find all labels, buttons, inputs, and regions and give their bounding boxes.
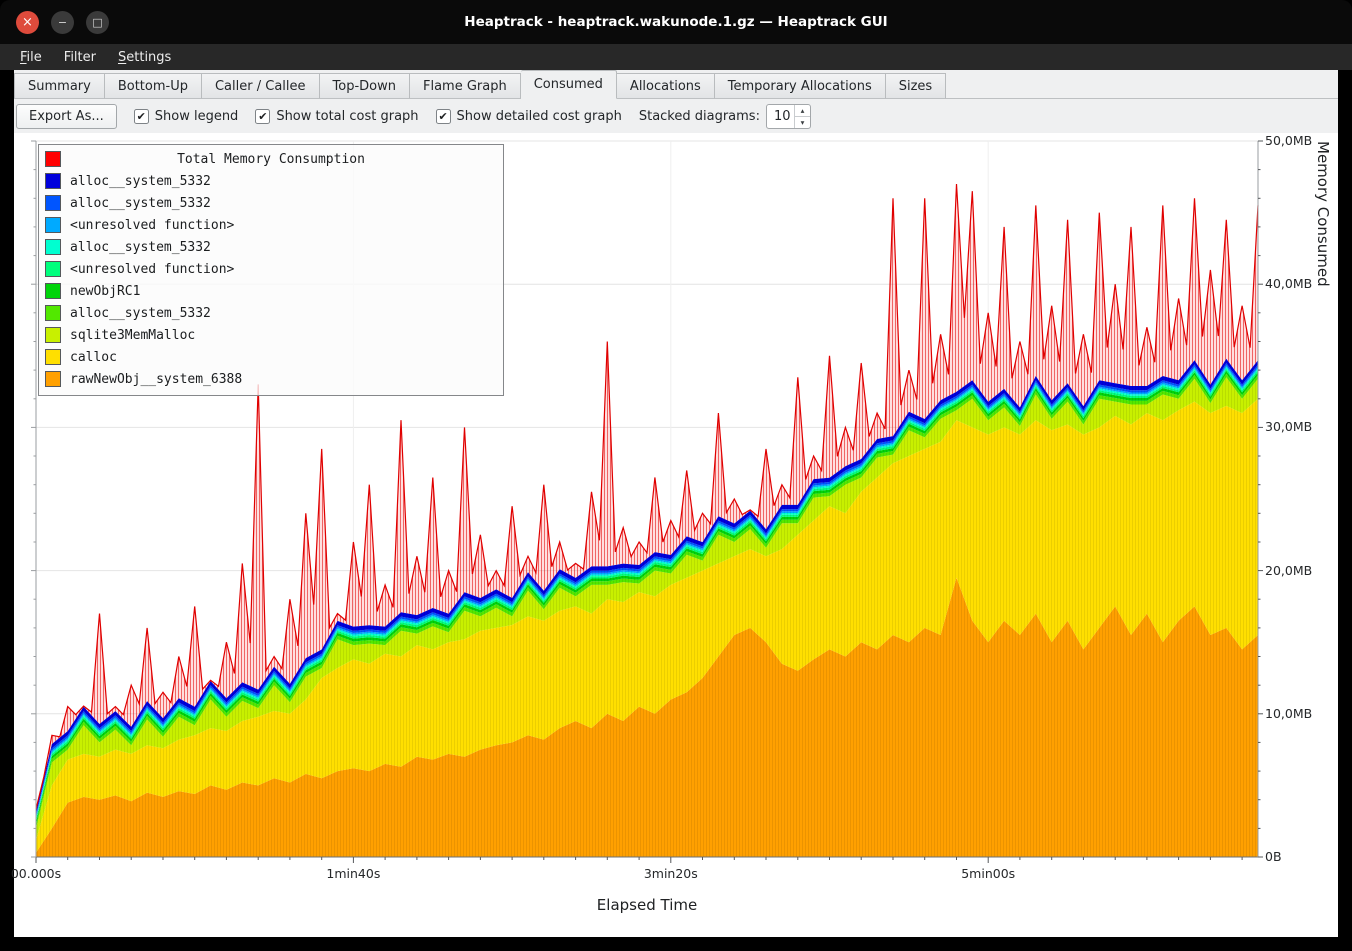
legend-label: newObjRC1 [70, 284, 140, 299]
checkbox-show-legend[interactable]: ✔ Show legend [134, 109, 239, 124]
tab-temporary-allocations[interactable]: Temporary Allocations [715, 73, 886, 99]
toolbar-checkboxes: ✔ Show legend ✔ Show total cost graph ✔ Show … [134, 109, 622, 124]
legend-label: alloc__system_5332 [70, 196, 211, 211]
y-tick-label: 0B [1265, 849, 1282, 865]
legend-item: calloc [45, 346, 497, 368]
legend-swatch [45, 327, 61, 343]
tab-caller-callee[interactable]: Caller / Callee [202, 73, 320, 99]
checkbox-show-total-cost-graph[interactable]: ✔ Show total cost graph [255, 109, 418, 124]
legend-title-row: Total Memory Consumption [45, 148, 497, 170]
legend-swatch [45, 151, 61, 167]
legend-label: alloc__system_5332 [70, 306, 211, 321]
memory-chart[interactable]: Total Memory Consumption alloc__system_53… [14, 133, 1338, 937]
spin-down-icon[interactable]: ▾ [795, 117, 810, 128]
menu-file[interactable]: File [10, 47, 52, 68]
y-tick-label: 40,0MB [1265, 276, 1312, 292]
legend-label: <unresolved function> [70, 262, 234, 277]
window-controls: × − □ [16, 0, 109, 44]
checkbox-label: Show detailed cost graph [457, 109, 622, 124]
tab-consumed[interactable]: Consumed [521, 70, 617, 99]
legend-swatch [45, 371, 61, 387]
spinbox-steppers: ▴ ▾ [794, 105, 810, 128]
legend-item: alloc__system_5332 [45, 236, 497, 258]
maximize-button[interactable]: □ [86, 11, 109, 34]
y-tick-label: 50,0MB [1265, 133, 1312, 149]
legend-label: calloc [70, 350, 117, 365]
legend-swatch [45, 349, 61, 365]
menu-filter[interactable]: Filter [54, 47, 106, 68]
checkbox-label: Show total cost graph [276, 109, 418, 124]
legend-swatch [45, 283, 61, 299]
legend-swatch [45, 195, 61, 211]
window-title: Heaptrack - heaptrack.wakunode.1.gz — He… [0, 14, 1352, 30]
maximize-icon: □ [92, 17, 102, 28]
legend-item: sqlite3MemMalloc [45, 324, 497, 346]
x-tick-label: 3min20s [626, 866, 716, 881]
y-tick-label: 30,0MB [1265, 419, 1312, 435]
menu-settings[interactable]: Settings [108, 47, 181, 68]
legend-label: alloc__system_5332 [70, 240, 211, 255]
tab-bar: SummaryBottom-UpCaller / CalleeTop-DownF… [14, 70, 1338, 99]
legend-label: sqlite3MemMalloc [70, 328, 195, 343]
legend-swatch [45, 305, 61, 321]
minimize-button[interactable]: − [51, 11, 74, 34]
checkbox-icon: ✔ [436, 109, 451, 124]
toolbar: Export As... ✔ Show legend ✔ Show total cos… [14, 99, 1338, 133]
spin-up-icon[interactable]: ▴ [795, 105, 810, 117]
legend-swatch [45, 217, 61, 233]
legend-swatch [45, 261, 61, 277]
y-tick-label: 10,0MB [1265, 706, 1312, 722]
legend-swatch [45, 173, 61, 189]
spinbox-value[interactable]: 10 [767, 105, 794, 128]
tab-summary[interactable]: Summary [14, 73, 105, 99]
tab-bottom-up[interactable]: Bottom-Up [105, 73, 202, 99]
x-tick-label: 1min40s [308, 866, 398, 881]
main-content: SummaryBottom-UpCaller / CalleeTop-DownF… [14, 70, 1338, 937]
tab-sizes[interactable]: Sizes [886, 73, 946, 99]
legend-item: rawNewObj__system_6388 [45, 368, 497, 390]
stacked-diagrams-spinbox[interactable]: 10 ▴ ▾ [766, 104, 811, 129]
legend-label: alloc__system_5332 [70, 174, 211, 189]
tab-flame-graph[interactable]: Flame Graph [410, 73, 521, 99]
legend-label: rawNewObj__system_6388 [70, 372, 242, 387]
legend-item: alloc__system_5332 [45, 192, 497, 214]
y-axis-title: Memory Consumed [1314, 141, 1332, 857]
titlebar[interactable]: × − □ Heaptrack - heaptrack.wakunode.1.g… [0, 0, 1352, 44]
checkbox-show-detailed-cost-graph[interactable]: ✔ Show detailed cost graph [436, 109, 622, 124]
checkbox-label: Show legend [155, 109, 239, 124]
minimize-icon: − [58, 17, 67, 28]
checkbox-icon: ✔ [255, 109, 270, 124]
x-tick-label: 5min00s [943, 866, 1033, 881]
legend-item: <unresolved function> [45, 214, 497, 236]
legend-item: newObjRC1 [45, 280, 497, 302]
export-as-button[interactable]: Export As... [16, 104, 117, 129]
legend-item: alloc__system_5332 [45, 170, 497, 192]
legend-item: alloc__system_5332 [45, 302, 497, 324]
tab-allocations[interactable]: Allocations [617, 73, 715, 99]
stacked-diagrams-control: Stacked diagrams: 10 ▴ ▾ [639, 104, 811, 129]
chart-legend: Total Memory Consumption alloc__system_53… [38, 144, 504, 396]
stacked-diagrams-label: Stacked diagrams: [639, 109, 760, 124]
legend-swatch [45, 239, 61, 255]
legend-title: Total Memory Consumption [70, 152, 497, 167]
close-icon: × [22, 16, 33, 29]
tab-top-down[interactable]: Top-Down [320, 73, 410, 99]
x-tick-label: 00.000s [0, 866, 81, 881]
legend-item: <unresolved function> [45, 258, 497, 280]
y-tick-label: 20,0MB [1265, 563, 1312, 579]
close-button[interactable]: × [16, 11, 39, 34]
checkbox-icon: ✔ [134, 109, 149, 124]
x-axis-title: Elapsed Time [36, 896, 1258, 914]
menubar: FileFilterSettings [0, 44, 1352, 70]
legend-label: <unresolved function> [70, 218, 234, 233]
